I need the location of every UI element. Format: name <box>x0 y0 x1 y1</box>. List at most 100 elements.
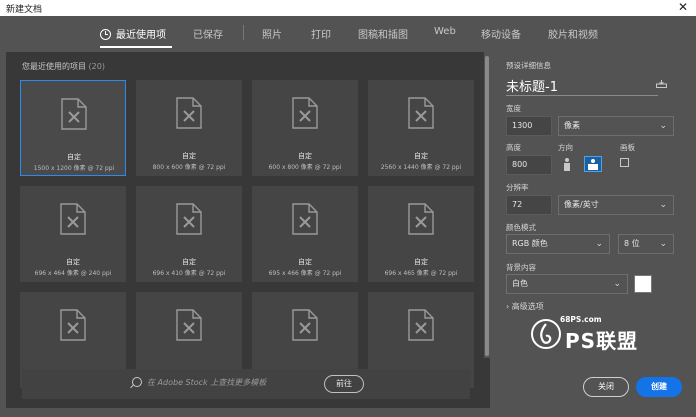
chevron-down-icon: ⌄ <box>659 239 667 249</box>
recent-item-size: 800 x 600 像素 @ 72 ppi <box>152 164 226 171</box>
recent-item-name: 自定 <box>182 258 196 266</box>
chevron-down-icon: ⌄ <box>613 279 621 289</box>
bit-depth-value: 8 位 <box>624 239 640 248</box>
tab-film-video[interactable]: 胶片和视频 <box>548 26 598 41</box>
recent-item-card[interactable]: 自定 2560 x 1440 像素 @ 72 ppi <box>368 80 474 176</box>
title-bar: 新建文档 ✕ <box>0 0 696 17</box>
artboard-checkbox[interactable] <box>620 158 629 167</box>
tab-web[interactable]: Web <box>434 26 456 37</box>
document-icon <box>292 203 318 235</box>
category-tabs: 最近使用项 已保存 照片 打印 图稿和插图 Web 移动设备 胶片和视频 <box>0 16 696 50</box>
close-button[interactable]: 关闭 <box>583 377 629 397</box>
preset-details-panel: 预设详细信息 未标题-1 宽度 1300 像素 ⌄ 高度 方向 画板 800 分… <box>496 52 688 408</box>
width-input[interactable]: 1300 <box>506 116 552 136</box>
watermark-site: 68PS.com <box>560 315 602 324</box>
background-value: 白色 <box>512 279 528 288</box>
color-mode-value: RGB 颜色 <box>512 239 548 248</box>
window-title: 新建文档 <box>6 5 43 15</box>
search-icon <box>132 377 142 387</box>
recent-item-size: 1500 x 1200 像素 @ 72 ppi <box>33 165 115 172</box>
stock-search-input[interactable]: 在 Adobe Stock 上查找更多模板 <box>147 377 266 388</box>
document-icon <box>176 97 202 129</box>
background-color-swatch[interactable] <box>634 275 652 293</box>
recent-panel: 您最近使用的项目 (20) 自定 1500 x 1200 像素 @ 72 ppi 自… <box>6 52 490 408</box>
document-icon <box>292 309 318 341</box>
resolution-unit-value: 像素/英寸 <box>564 200 599 209</box>
recent-item-size: 600 x 800 像素 @ 72 ppi <box>268 164 342 171</box>
background-label: 背景内容 <box>506 263 536 272</box>
document-icon <box>292 97 318 129</box>
recent-item-card[interactable]: 自定 696 x 464 像素 @ 240 ppi <box>20 186 126 282</box>
tab-mobile[interactable]: 移动设备 <box>481 26 521 41</box>
chevron-down-icon: ⌄ <box>659 121 667 131</box>
tab-art-illustration[interactable]: 图稿和插图 <box>358 26 408 41</box>
scrollbar-thumb[interactable] <box>485 56 489 356</box>
recent-count: (20) <box>88 62 105 71</box>
background-select[interactable]: 白色 ⌄ <box>506 274 628 294</box>
document-icon <box>60 309 86 341</box>
width-unit-select[interactable]: 像素 ⌄ <box>558 116 674 136</box>
close-icon[interactable]: ✕ <box>676 0 690 14</box>
recent-item-name: 自定 <box>298 258 312 266</box>
color-mode-label: 颜色模式 <box>506 223 536 232</box>
tab-saved[interactable]: 已保存 <box>193 26 223 41</box>
recent-item-card[interactable]: 自定 696 x 410 像素 @ 72 ppi <box>136 186 242 282</box>
tab-divider <box>243 25 244 40</box>
document-name-field[interactable]: 未标题-1 <box>506 76 558 95</box>
portrait-orientation-icon[interactable] <box>558 156 576 172</box>
recent-item-size: 2560 x 1440 像素 @ 72 ppi <box>380 164 462 171</box>
advanced-options-toggle[interactable]: › 高级选项 <box>506 301 544 312</box>
chevron-down-icon: ⌄ <box>595 239 603 249</box>
document-icon <box>60 203 86 235</box>
recent-item-card[interactable]: 自定 696 x 465 像素 @ 72 ppi <box>368 186 474 282</box>
recent-item-size: 696 x 464 像素 @ 240 ppi <box>34 270 112 277</box>
tab-recent-label: 最近使用项 <box>116 30 166 41</box>
recent-item-name: 自定 <box>298 152 312 160</box>
landscape-orientation-icon[interactable] <box>584 156 602 172</box>
artboard-label: 画板 <box>620 143 635 152</box>
clock-icon <box>100 29 111 40</box>
height-input[interactable]: 800 <box>506 155 552 175</box>
resolution-unit-select[interactable]: 像素/英寸 ⌄ <box>558 195 674 215</box>
height-label: 高度 <box>506 143 521 152</box>
orientation-label: 方向 <box>558 143 573 152</box>
save-preset-icon[interactable] <box>656 80 667 88</box>
recent-item-card[interactable]: 自定 1500 x 1200 像素 @ 72 ppi <box>20 80 126 176</box>
color-mode-select[interactable]: RGB 颜色 ⌄ <box>506 234 610 254</box>
tab-photo[interactable]: 照片 <box>262 26 282 41</box>
advanced-options-label: 高级选项 <box>511 302 544 311</box>
watermark-brand: PS联盟 <box>565 329 639 353</box>
recent-item-size: 695 x 466 像素 @ 72 ppi <box>268 270 342 277</box>
recent-heading: 您最近使用的项目 (20) <box>22 61 105 72</box>
bit-depth-select[interactable]: 8 位 ⌄ <box>618 234 674 254</box>
recent-item-card[interactable]: 自定 800 x 600 像素 @ 72 ppi <box>136 80 242 176</box>
watermark-logo-icon <box>531 319 561 349</box>
document-icon <box>408 203 434 235</box>
recent-item-size: 696 x 465 像素 @ 72 ppi <box>384 270 458 277</box>
resolution-label: 分辨率 <box>506 183 529 192</box>
document-icon <box>176 309 202 341</box>
recent-item-name: 自定 <box>67 153 81 161</box>
document-icon <box>408 309 434 341</box>
go-button[interactable]: 前往 <box>324 375 364 393</box>
tab-recent[interactable]: 最近使用项 <box>100 26 166 41</box>
recent-item-name: 自定 <box>414 152 428 160</box>
width-unit-value: 像素 <box>564 121 580 130</box>
create-button[interactable]: 创建 <box>636 377 682 397</box>
recent-item-name: 自定 <box>182 152 196 160</box>
recent-item-card[interactable]: 自定 600 x 800 像素 @ 72 ppi <box>252 80 358 176</box>
active-tab-indicator <box>100 46 172 48</box>
recent-item-name: 自定 <box>66 258 80 266</box>
document-icon <box>176 203 202 235</box>
recent-item-card[interactable]: 自定 695 x 466 像素 @ 72 ppi <box>252 186 358 282</box>
preset-details-label: 预设详细信息 <box>506 61 551 70</box>
resolution-input[interactable]: 72 <box>506 195 552 215</box>
recent-item-size: 696 x 410 像素 @ 72 ppi <box>152 270 226 277</box>
document-name-underline <box>506 95 658 96</box>
document-icon <box>61 98 87 130</box>
width-label: 宽度 <box>506 104 521 113</box>
recent-item-name: 自定 <box>414 258 428 266</box>
stock-search-bar: 在 Adobe Stock 上查找更多模板 前往 <box>22 369 470 399</box>
document-icon <box>408 97 434 129</box>
tab-print[interactable]: 打印 <box>311 26 331 41</box>
